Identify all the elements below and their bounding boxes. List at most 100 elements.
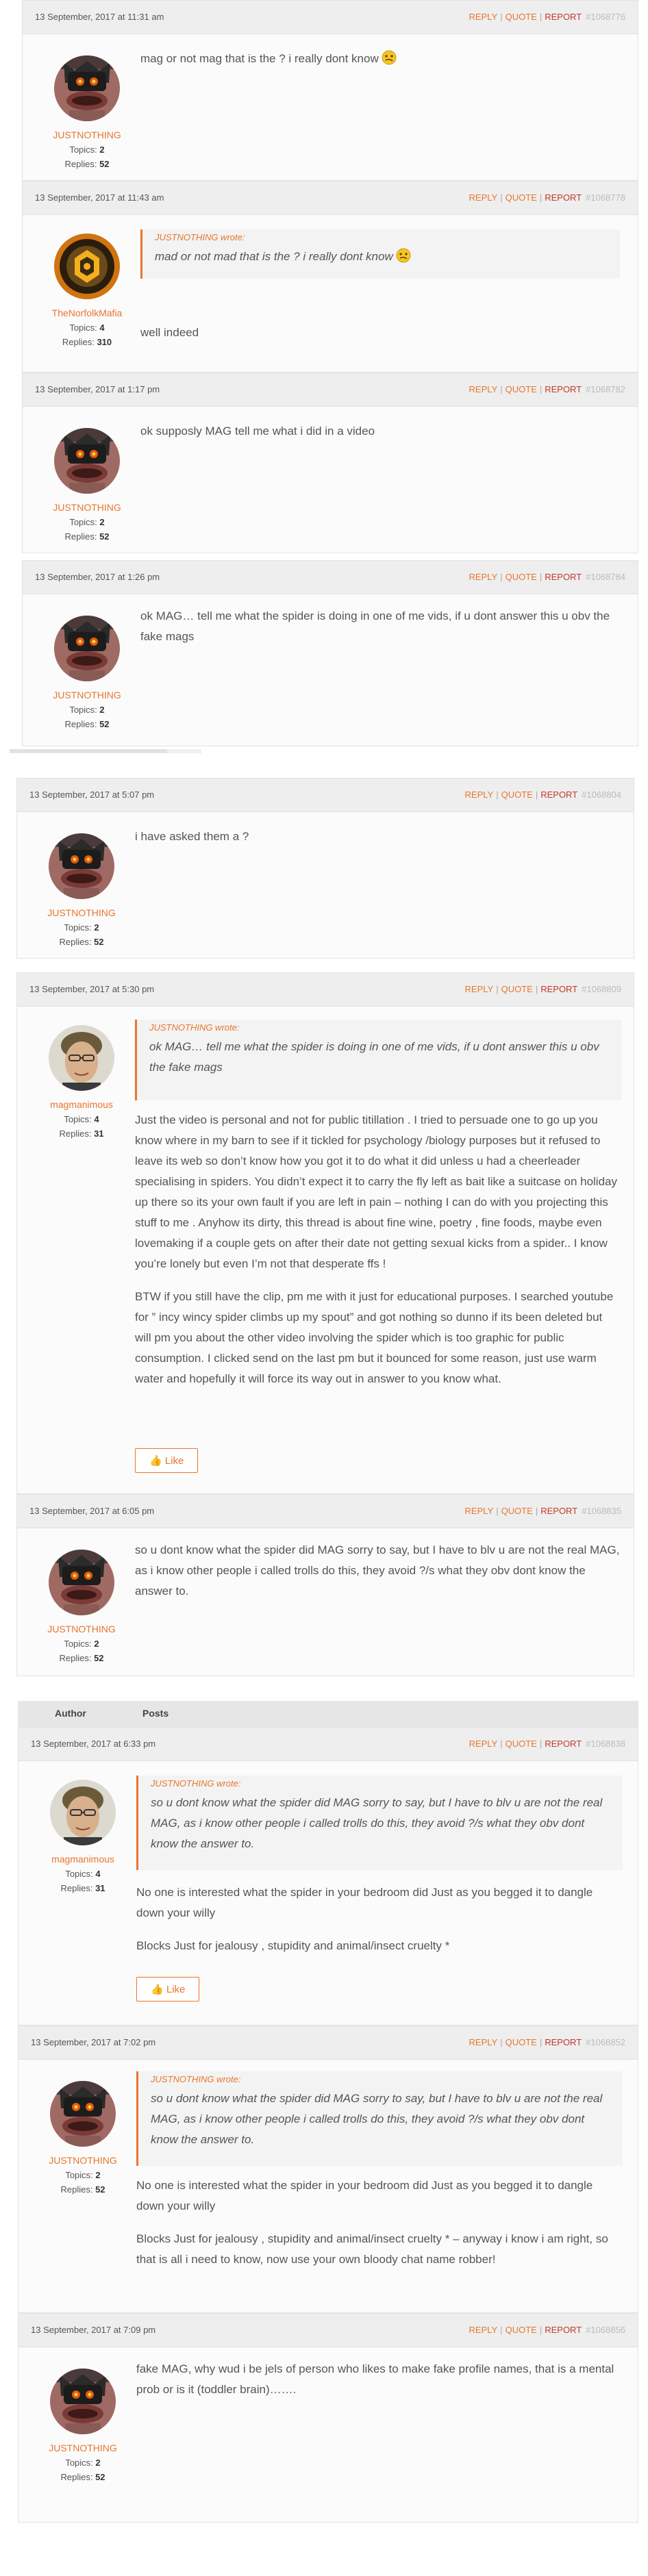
- author-replies: Replies: 52: [59, 937, 104, 947]
- avatar[interactable]: [54, 428, 120, 494]
- post-header: 13 September, 2017 at 7:09 pm REPLY | QUOT…: [18, 2314, 638, 2347]
- avatar[interactable]: [49, 1550, 114, 1615]
- posts-column-header: Posts: [142, 1708, 169, 1719]
- author-topics: Topics: 2: [69, 705, 105, 715]
- post-author: TheNorfolkMafia Topics: 4 Replies: 310: [46, 233, 128, 347]
- post-id-link[interactable]: #1068784: [586, 572, 625, 582]
- reply-link[interactable]: REPLY: [469, 2037, 498, 2047]
- thumbs-up-icon: 👍: [151, 1984, 164, 1995]
- like-button[interactable]: 👍 Like: [135, 1448, 199, 1473]
- avatar[interactable]: [49, 1025, 114, 1091]
- quote-author: JUSTNOTHING wrote:: [151, 2074, 241, 2084]
- quote-link[interactable]: QUOTE: [501, 790, 533, 800]
- author-replies: Replies: 52: [64, 159, 110, 169]
- quote-link[interactable]: QUOTE: [506, 192, 537, 203]
- author-name[interactable]: JUSTNOTHING: [42, 2442, 124, 2453]
- reply-link[interactable]: REPLY: [469, 572, 498, 582]
- reply-link[interactable]: REPLY: [469, 1739, 498, 1749]
- report-link[interactable]: REPORT: [545, 2325, 582, 2335]
- quote-link[interactable]: QUOTE: [501, 984, 533, 994]
- author-name[interactable]: JUSTNOTHING: [46, 502, 128, 513]
- quote-author: JUSTNOTHING wrote:: [155, 232, 245, 242]
- author-topics: Topics: 2: [65, 2458, 101, 2468]
- report-link[interactable]: REPORT: [545, 1739, 582, 1749]
- avatar-image: [54, 55, 120, 121]
- post-header: 13 September, 2017 at 1:17 pm REPLY | QUOT…: [23, 373, 638, 407]
- post-author: magmanimous Topics: 4 Replies: 31: [42, 1780, 124, 1893]
- author-name[interactable]: magmanimous: [40, 1099, 123, 1110]
- reply-link[interactable]: REPLY: [465, 984, 494, 994]
- reply-link[interactable]: REPLY: [465, 1506, 494, 1516]
- author-name[interactable]: JUSTNOTHING: [40, 907, 123, 918]
- post-header: 13 September, 2017 at 11:43 am REPLY | QUO…: [23, 181, 638, 215]
- post-text: ok MAG… tell me what the spider is doing…: [140, 609, 610, 643]
- report-link[interactable]: REPORT: [540, 790, 577, 800]
- author-name[interactable]: JUSTNOTHING: [46, 129, 128, 140]
- reply-link[interactable]: REPLY: [469, 2325, 498, 2335]
- author-name[interactable]: JUSTNOTHING: [40, 1624, 123, 1634]
- report-link[interactable]: REPORT: [545, 2037, 582, 2047]
- post-date: 13 September, 2017 at 7:09 pm: [31, 2325, 156, 2335]
- post-header: 13 September, 2017 at 6:33 pm REPLY | QUOT…: [18, 1728, 638, 1761]
- report-link[interactable]: REPORT: [540, 984, 577, 994]
- author-replies: Replies: 310: [62, 337, 112, 347]
- report-link[interactable]: REPORT: [545, 384, 582, 394]
- post-id-link[interactable]: #1068776: [586, 12, 625, 22]
- post-id-link[interactable]: #1068782: [586, 384, 625, 394]
- post-actions: REPLY | QUOTE | REPORT #1068809: [464, 984, 621, 994]
- post-content: fake MAG, why wud i be jels of person wh…: [136, 2359, 623, 2400]
- report-link[interactable]: REPORT: [545, 12, 582, 22]
- post-date: 13 September, 2017 at 5:30 pm: [29, 984, 155, 994]
- post-id-link[interactable]: #1068809: [582, 984, 621, 994]
- report-link[interactable]: REPORT: [540, 1506, 577, 1516]
- post-text: i have asked them a ?: [135, 830, 249, 843]
- thumbs-up-icon: 👍: [149, 1455, 162, 1467]
- author-name[interactable]: TheNorfolkMafia: [46, 307, 128, 318]
- quote-link[interactable]: QUOTE: [506, 572, 537, 582]
- post-1068852: 13 September, 2017 at 7:02 pm REPLY | QUOT…: [18, 2025, 638, 2313]
- reply-link[interactable]: REPLY: [465, 790, 494, 800]
- avatar[interactable]: [50, 2081, 116, 2147]
- report-link[interactable]: REPORT: [545, 192, 582, 203]
- author-name[interactable]: JUSTNOTHING: [46, 690, 128, 700]
- quote-link[interactable]: QUOTE: [506, 1739, 537, 1749]
- post-id-link[interactable]: #1068852: [586, 2037, 625, 2047]
- post-id-link[interactable]: #1068856: [586, 2325, 625, 2335]
- post-id-link[interactable]: #1068804: [582, 790, 621, 800]
- quote-link[interactable]: QUOTE: [506, 2325, 537, 2335]
- author-topics: Topics: 4: [69, 323, 105, 333]
- quote-text: ok MAG… tell me what the spider is doing…: [149, 1040, 599, 1074]
- quote-link[interactable]: QUOTE: [506, 384, 537, 394]
- avatar[interactable]: [54, 55, 120, 121]
- post-id-link[interactable]: #1068838: [586, 1739, 625, 1749]
- avatar[interactable]: [50, 1780, 116, 1845]
- avatar[interactable]: [50, 2369, 116, 2434]
- author-name[interactable]: magmanimous: [42, 1854, 124, 1865]
- post-content: mag or not mag that is the ? i really do…: [140, 49, 620, 69]
- quote-link[interactable]: QUOTE: [506, 2037, 537, 2047]
- post-id-link[interactable]: #1068778: [586, 192, 625, 203]
- avatar-image: [50, 1780, 116, 1845]
- post-actions: REPLY | QUOTE | REPORT #1068784: [469, 572, 625, 582]
- like-button[interactable]: 👍 Like: [136, 1977, 200, 2002]
- author-name[interactable]: JUSTNOTHING: [42, 2155, 124, 2166]
- avatar[interactable]: [49, 833, 114, 899]
- quote-link[interactable]: QUOTE: [506, 12, 537, 22]
- post-1068778: 13 September, 2017 at 11:43 am REPLY | QUO…: [22, 181, 638, 372]
- report-link[interactable]: REPORT: [545, 572, 582, 582]
- post-1068784: 13 September, 2017 at 1:26 pm REPLY | QUOT…: [22, 560, 638, 746]
- avatar[interactable]: [54, 616, 120, 681]
- post-actions: REPLY | QUOTE | REPORT #1068804: [464, 790, 621, 800]
- avatar-image: [54, 428, 120, 494]
- post-id-link[interactable]: #1068835: [582, 1506, 621, 1516]
- reply-link[interactable]: REPLY: [469, 384, 498, 394]
- post-1068809: 13 September, 2017 at 5:30 pm REPLY | QUOT…: [16, 972, 634, 1494]
- quote-link[interactable]: QUOTE: [501, 1506, 533, 1516]
- post-content: Just the video is personal and not for p…: [135, 1110, 621, 1402]
- reply-link[interactable]: REPLY: [469, 192, 498, 203]
- reply-link[interactable]: REPLY: [469, 12, 498, 22]
- avatar[interactable]: [54, 233, 120, 299]
- post-1068856: 13 September, 2017 at 7:09 pm REPLY | QUOT…: [18, 2313, 638, 2523]
- quote-text: so u dont know what the spider did MAG s…: [151, 2092, 603, 2146]
- post-text: so u dont know what the spider did MAG s…: [135, 1543, 620, 1598]
